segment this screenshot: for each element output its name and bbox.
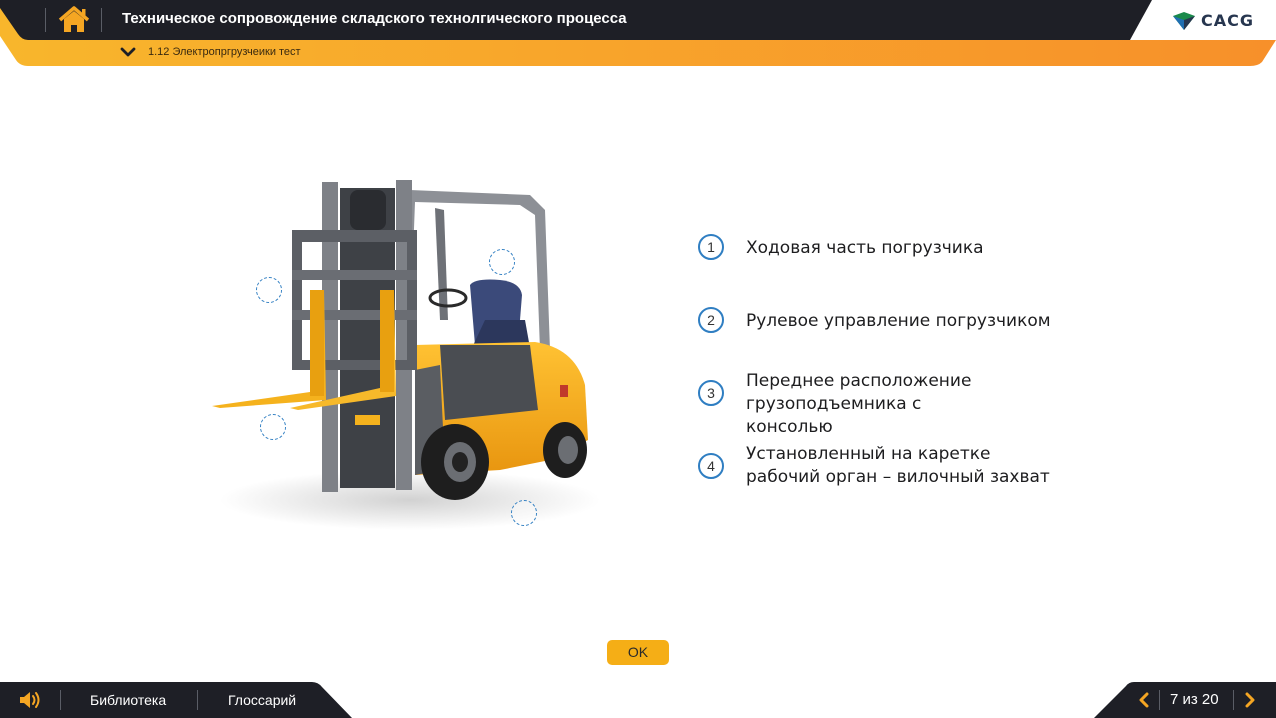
item-number-badge: 2 bbox=[698, 307, 724, 333]
footer-divider bbox=[60, 690, 61, 710]
footer-divider bbox=[1159, 690, 1160, 710]
item-text: Переднее расположение грузоподъемника с … bbox=[746, 371, 972, 437]
header-divider bbox=[45, 8, 46, 32]
glossary-link[interactable]: Глоссарий bbox=[228, 692, 296, 708]
chevron-right-icon[interactable] bbox=[1243, 692, 1257, 708]
forklift-image bbox=[212, 180, 600, 530]
logo-icon bbox=[1173, 12, 1195, 30]
footer-divider bbox=[1233, 690, 1234, 710]
library-link[interactable]: Библиотека bbox=[90, 692, 166, 708]
hotspot-marker[interactable] bbox=[511, 500, 537, 526]
page-indicator: 7 из 20 bbox=[1170, 691, 1219, 708]
home-button[interactable] bbox=[52, 4, 96, 36]
logo-text: CACG bbox=[1201, 11, 1254, 30]
item-number-badge: 3 bbox=[698, 380, 724, 406]
hotspot-marker[interactable] bbox=[260, 414, 286, 440]
footer-divider bbox=[197, 690, 198, 710]
header-divider bbox=[101, 8, 102, 32]
item-text: Ходовая часть погрузчика bbox=[746, 238, 984, 258]
volume-icon[interactable] bbox=[19, 691, 43, 709]
home-icon bbox=[58, 6, 90, 32]
footer-left-panel bbox=[0, 682, 352, 718]
chevron-left-icon[interactable] bbox=[1137, 692, 1151, 708]
item-text: Установленный на каретке рабочий орган –… bbox=[746, 444, 1050, 487]
lesson-subtitle: 1.12 Электропргрузчеики тест bbox=[148, 46, 301, 58]
ok-button[interactable]: OK bbox=[607, 640, 669, 665]
hotspot-marker[interactable] bbox=[256, 277, 282, 303]
item-number-badge: 4 bbox=[698, 453, 724, 479]
hotspot-marker[interactable] bbox=[489, 249, 515, 275]
item-number-badge: 1 bbox=[698, 234, 724, 260]
course-title: Техническое сопровождение складского тех… bbox=[122, 10, 627, 27]
chevron-down-icon[interactable] bbox=[120, 46, 136, 58]
item-text: Рулевое управление погрузчиком bbox=[746, 311, 1051, 331]
